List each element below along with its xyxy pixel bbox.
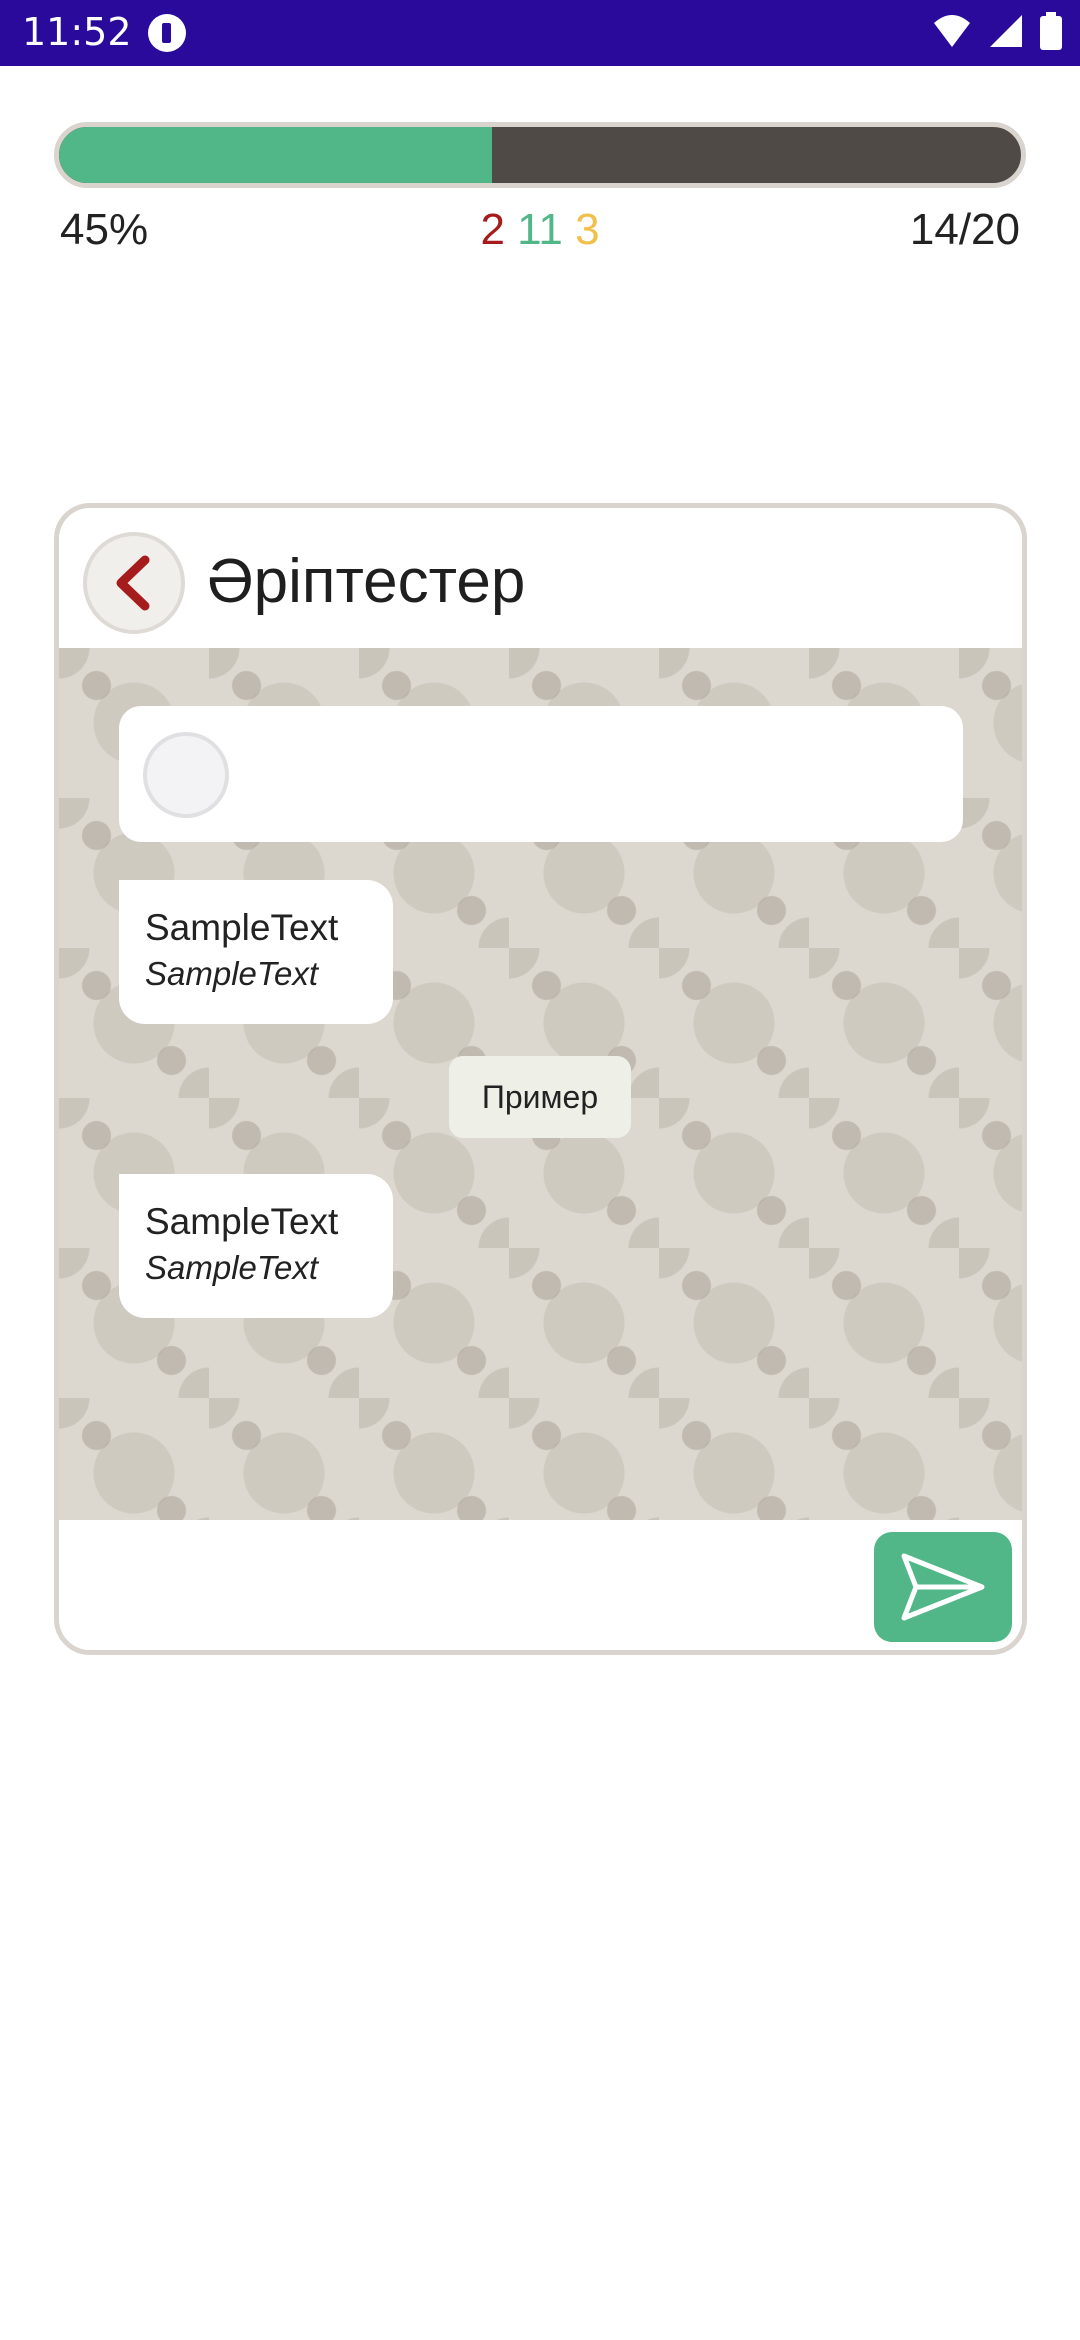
message-bubble: SampleText SampleText bbox=[119, 880, 393, 1024]
send-button[interactable] bbox=[874, 1532, 1012, 1642]
progress-step: 14/20 bbox=[909, 205, 1020, 254]
message-subtitle: SampleText bbox=[145, 1249, 319, 1286]
message-title: SampleText bbox=[145, 907, 339, 948]
status-bar: 11:52 bbox=[0, 0, 1080, 66]
status-icons bbox=[932, 12, 1062, 50]
correct-count: 11 bbox=[517, 205, 563, 254]
example-chip[interactable]: Пример bbox=[449, 1056, 631, 1138]
back-button[interactable] bbox=[83, 532, 185, 634]
avatar bbox=[143, 732, 229, 818]
contact-bubble bbox=[119, 706, 963, 842]
message-input-area[interactable] bbox=[59, 1520, 1022, 1650]
progress-bar bbox=[54, 122, 1026, 188]
message-bubble: SampleText SampleText bbox=[119, 1174, 393, 1318]
chat-title: Әріптестер bbox=[207, 547, 526, 616]
app-notification-icon bbox=[148, 14, 186, 52]
send-icon bbox=[901, 1553, 985, 1621]
wrong-count: 2 bbox=[480, 205, 505, 254]
chat-header: Әріптестер bbox=[59, 508, 1022, 648]
message-subtitle: SampleText bbox=[145, 955, 319, 992]
progress-bar-fill bbox=[59, 127, 492, 183]
wifi-icon bbox=[934, 15, 970, 47]
signal-icon bbox=[990, 15, 1022, 47]
chat-card: Әріптестер SampleText SampleText Пример … bbox=[54, 503, 1027, 1655]
skipped-count: 3 bbox=[575, 205, 600, 254]
battery-icon bbox=[1040, 12, 1062, 50]
chat-body[interactable]: SampleText SampleText Пример SampleText … bbox=[59, 648, 1022, 1520]
message-title: SampleText bbox=[145, 1201, 339, 1242]
status-time: 11:52 bbox=[22, 10, 132, 54]
chevron-left-icon bbox=[116, 555, 150, 611]
